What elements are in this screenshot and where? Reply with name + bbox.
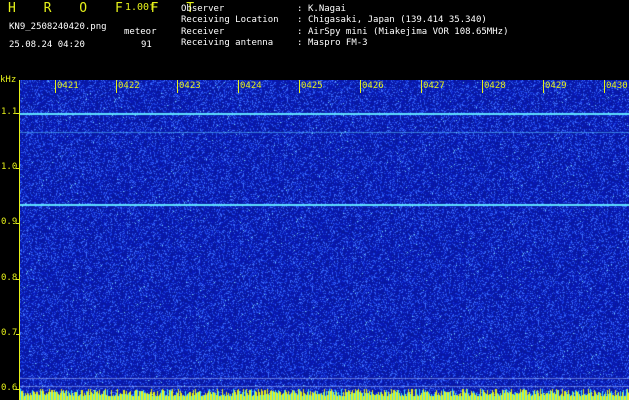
x-tick-label: 0421 [57,81,79,91]
y-axis-unit: kHz [0,75,17,85]
x-tick-mark [177,80,178,93]
x-tick-mark [116,80,117,93]
y-tick-label: 1.1 [1,107,18,118]
x-tick-label: 0426 [362,81,384,91]
info-label-observer: Observer [181,4,225,14]
x-tick-label: 0423 [179,81,201,91]
meteor-count: 91 [141,40,152,50]
y-tick-label: 1.0 [1,162,18,173]
y-tick-label: 0.6 [1,382,18,393]
x-tick-label: 0427 [423,81,445,91]
y-tick-mark [16,113,20,115]
info-label-location: Receiving Location [181,15,279,25]
y-tick-mark [16,168,20,170]
x-tick-label: 0429 [545,81,567,91]
spectrogram-canvas [20,80,629,400]
x-tick-mark [360,80,361,93]
x-tick-label: 0422 [118,81,140,91]
filename-label: KN9_2508240420.png [9,22,107,32]
header-panel: H R O F F T 1.00f KN9_2508240420.png 25.… [0,0,629,76]
y-tick-mark [16,223,20,225]
x-tick-mark [421,80,422,93]
x-tick-label: 0424 [240,81,262,91]
y-axis-line [19,80,20,400]
y-tick-mark [16,388,20,390]
info-label-antenna: Receiving antenna [181,38,274,48]
x-tick-mark [482,80,483,93]
meteor-label: meteor [124,27,157,37]
info-value-location: Chigasaki, Japan (139.414 35.340) [308,15,487,25]
x-tick-mark [604,80,605,93]
info-separator: : [297,38,303,48]
x-tick-mark [238,80,239,93]
y-tick-label: 0.9 [1,217,18,228]
x-tick-mark [543,80,544,93]
x-tick-label: 0430 [606,81,628,91]
info-separator: : [297,27,303,37]
info-label-receiver: Receiver [181,27,225,37]
y-tick-label: 0.7 [1,327,18,338]
info-value-observer: K.Nagai [308,4,346,14]
timestamp-label: 25.08.24 04:20 [9,40,85,50]
x-tick-label: 0425 [301,81,323,91]
y-tick-label: 0.8 [1,272,18,283]
y-tick-mark [16,278,20,280]
x-tick-label: 0428 [484,81,506,91]
app-version: 1.00f [125,2,156,13]
x-tick-mark [299,80,300,93]
x-tick-mark [55,80,56,93]
info-separator: : [297,4,303,14]
app-title: H R O F F T [8,1,205,16]
y-tick-mark [16,333,20,335]
info-value-antenna: Maspro FM-3 [308,38,368,48]
info-separator: : [297,15,303,25]
info-value-receiver: AirSpy mini (Miakejima VOR 108.65MHz) [308,27,509,37]
